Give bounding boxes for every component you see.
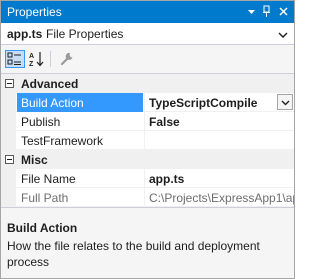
category-misc[interactable]: Misc [1, 150, 294, 169]
alphabetical-icon[interactable]: A Z [27, 50, 47, 68]
property-value[interactable] [144, 131, 294, 150]
category-advanced[interactable]: Advanced [1, 74, 294, 93]
property-row-build-action[interactable]: Build Action TypeScriptCompile [1, 93, 294, 112]
property-name[interactable]: Publish [17, 112, 143, 131]
property-row-testframework[interactable]: TestFramework [1, 131, 294, 150]
property-name[interactable]: Full Path [17, 188, 143, 207]
toolbar-separator [50, 51, 51, 67]
property-grid: Advanced Build Action TypeScriptCompile … [1, 73, 294, 207]
property-value[interactable]: C:\Projects\ExpressApp1\app.ts [144, 188, 294, 207]
wrench-icon[interactable] [58, 50, 78, 68]
object-name: app.ts [7, 27, 43, 41]
window-title: Properties [7, 5, 62, 19]
row-gutter [1, 188, 16, 207]
property-row-full-path[interactable]: Full Path C:\Projects\ExpressApp1\app.ts [1, 188, 294, 207]
svg-text:A: A [29, 53, 34, 60]
description-title: Build Action [7, 221, 78, 235]
value-dropdown-button[interactable] [277, 94, 293, 110]
categorized-icon[interactable] [5, 50, 25, 68]
object-type: File Properties [46, 27, 124, 41]
window-position-dropdown-icon[interactable] [244, 4, 259, 19]
chevron-down-icon[interactable] [278, 29, 288, 43]
collapse-icon[interactable] [5, 79, 14, 88]
row-gutter [1, 169, 16, 188]
property-row-publish[interactable]: Publish False [1, 112, 294, 131]
row-gutter [1, 112, 16, 131]
properties-window: Properties app.ts File Properties A Z Ad… [0, 0, 295, 279]
object-selector[interactable]: app.ts File Properties [1, 23, 294, 45]
description-text: How the file relates to the build and de… [7, 239, 260, 269]
title-bar[interactable]: Properties [1, 1, 294, 23]
pin-icon[interactable] [259, 4, 274, 19]
description-panel: Build Action How the file relates to the… [1, 213, 294, 278]
close-icon[interactable] [276, 4, 291, 19]
row-gutter [1, 93, 16, 112]
property-value[interactable]: False [144, 112, 294, 131]
row-gutter [1, 131, 16, 150]
svg-text:Z: Z [29, 61, 34, 68]
property-name[interactable]: TestFramework [17, 131, 143, 150]
collapse-icon[interactable] [5, 155, 14, 164]
category-label: Advanced [21, 77, 79, 91]
property-value[interactable]: TypeScriptCompile [144, 93, 294, 112]
property-name[interactable]: File Name [17, 169, 143, 188]
property-name[interactable]: Build Action [17, 93, 143, 112]
property-row-file-name[interactable]: File Name app.ts [1, 169, 294, 188]
category-label: Misc [21, 153, 48, 167]
property-value[interactable]: app.ts [144, 169, 294, 188]
properties-toolbar: A Z [1, 45, 294, 73]
